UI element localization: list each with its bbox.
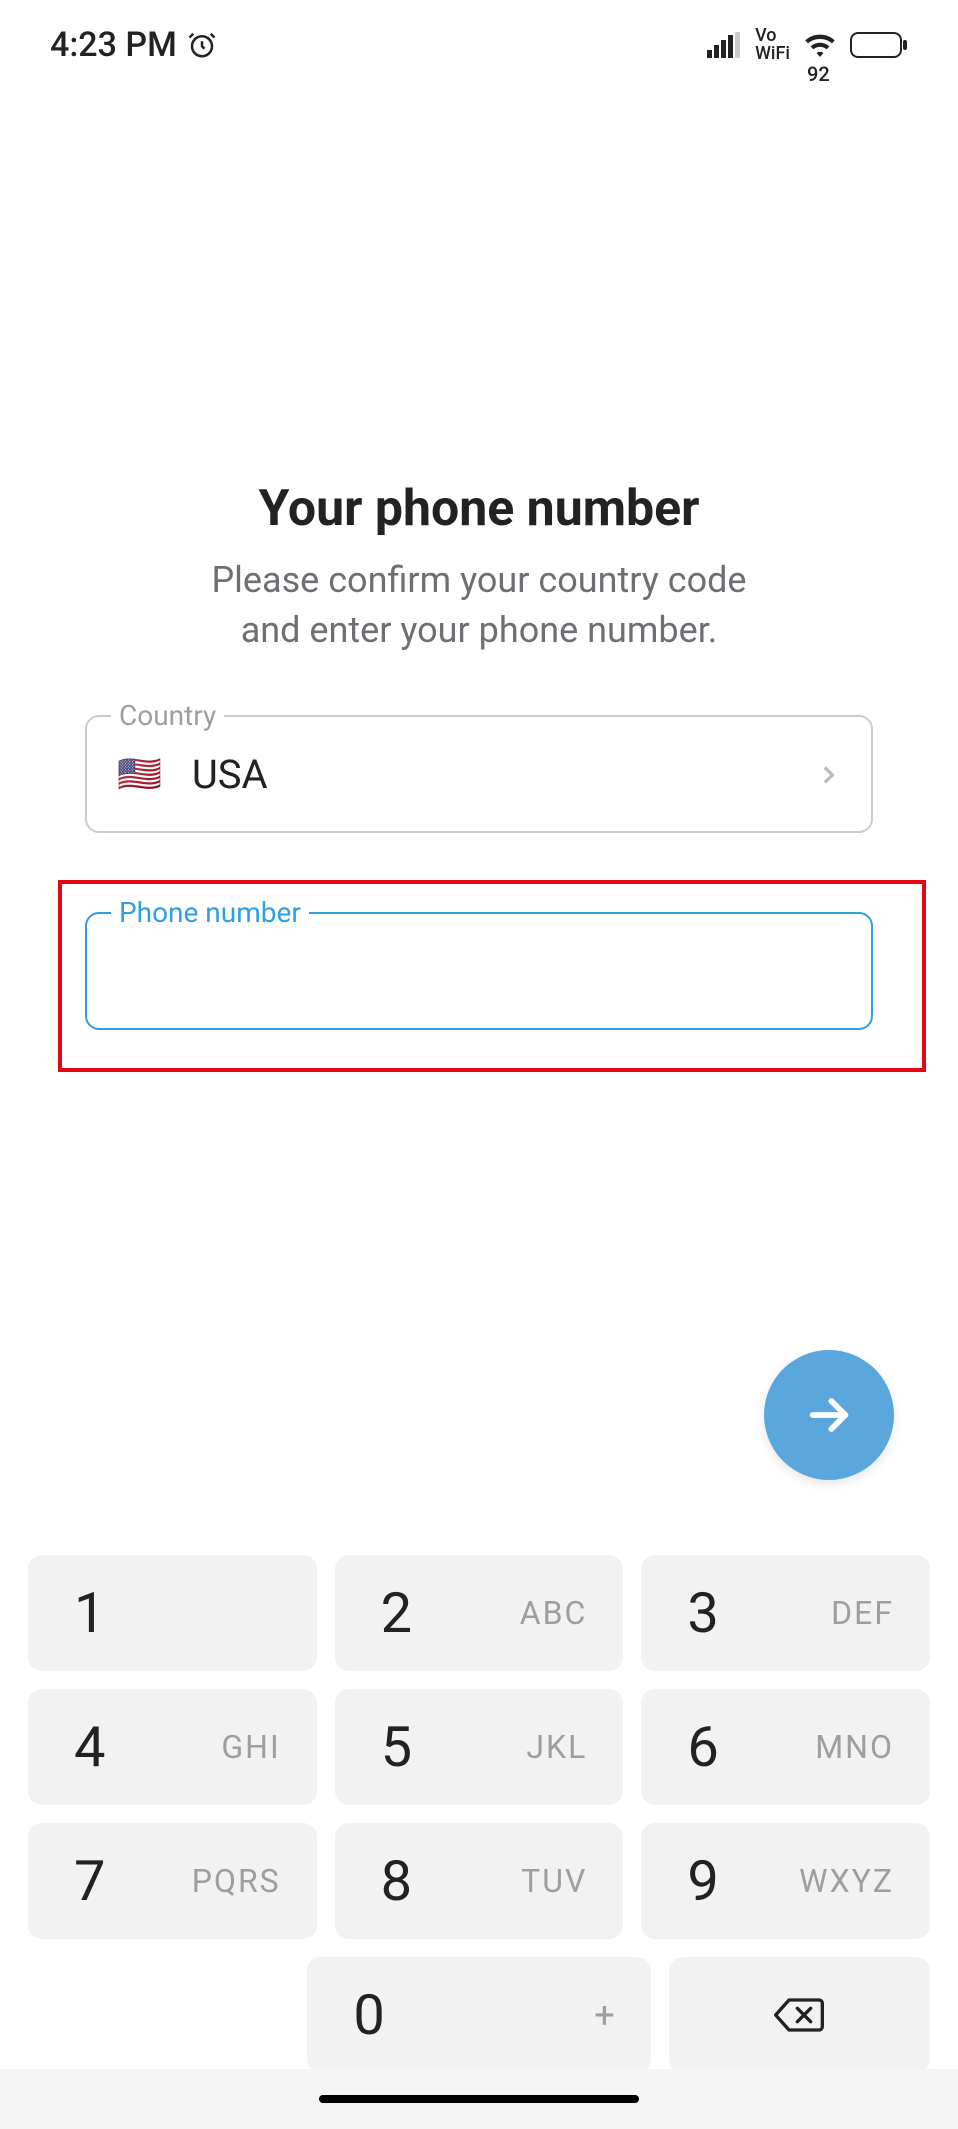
screen: 4:23 PM Vo WiFi bbox=[0, 0, 958, 2129]
keypad-key-9[interactable]: 9WXYZ bbox=[641, 1823, 930, 1939]
keypad-key-8[interactable]: 8TUV bbox=[335, 1823, 624, 1939]
country-name: USA bbox=[192, 751, 268, 798]
keypad-key-6[interactable]: 6MNO bbox=[641, 1689, 930, 1805]
next-button[interactable] bbox=[764, 1350, 894, 1480]
country-field-label: Country bbox=[111, 699, 224, 732]
page-subtitle: Please confirm your country code and ent… bbox=[0, 555, 958, 655]
status-bar: 4:23 PM Vo WiFi bbox=[0, 0, 958, 90]
backspace-icon bbox=[772, 1995, 826, 2035]
keypad-key-0[interactable]: 0+ bbox=[307, 1957, 650, 2073]
status-time: 4:23 PM bbox=[50, 25, 177, 65]
keypad-key-3[interactable]: 3DEF bbox=[641, 1555, 930, 1671]
cellular-signal-icon bbox=[707, 32, 741, 58]
wifi-label: WiFi bbox=[755, 45, 790, 63]
alarm-icon bbox=[187, 30, 217, 60]
phone-field-label: Phone number bbox=[111, 896, 309, 929]
phone-number-field[interactable]: Phone number bbox=[85, 912, 873, 1030]
vo-wifi-label: Vo WiFi bbox=[755, 27, 790, 63]
wifi-icon bbox=[804, 33, 836, 57]
home-indicator[interactable] bbox=[319, 2095, 639, 2103]
phone-number-input[interactable] bbox=[117, 949, 841, 994]
nav-bar bbox=[0, 2069, 958, 2129]
numeric-keypad: 1 2ABC 3DEF 4GHI 5JKL 6MNO 7PQRS 8TUV 9W… bbox=[0, 1555, 958, 2129]
page-title: Your phone number bbox=[0, 480, 958, 538]
country-selector[interactable]: Country 🇺🇸 USA bbox=[85, 715, 873, 833]
keypad-key-4[interactable]: 4GHI bbox=[28, 1689, 317, 1805]
keypad-spacer bbox=[28, 1957, 289, 2073]
battery-level-text: 92 bbox=[807, 62, 830, 86]
country-flag-icon: 🇺🇸 bbox=[117, 753, 162, 795]
keypad-key-1[interactable]: 1 bbox=[28, 1555, 317, 1671]
keypad-key-2[interactable]: 2ABC bbox=[335, 1555, 624, 1671]
keypad-key-7[interactable]: 7PQRS bbox=[28, 1823, 317, 1939]
chevron-right-icon bbox=[815, 751, 841, 798]
keypad-key-5[interactable]: 5JKL bbox=[335, 1689, 624, 1805]
keypad-backspace[interactable] bbox=[669, 1957, 930, 2073]
status-right: Vo WiFi 92 bbox=[707, 27, 908, 63]
battery-icon: 92 bbox=[850, 31, 908, 59]
status-left: 4:23 PM bbox=[50, 25, 217, 65]
